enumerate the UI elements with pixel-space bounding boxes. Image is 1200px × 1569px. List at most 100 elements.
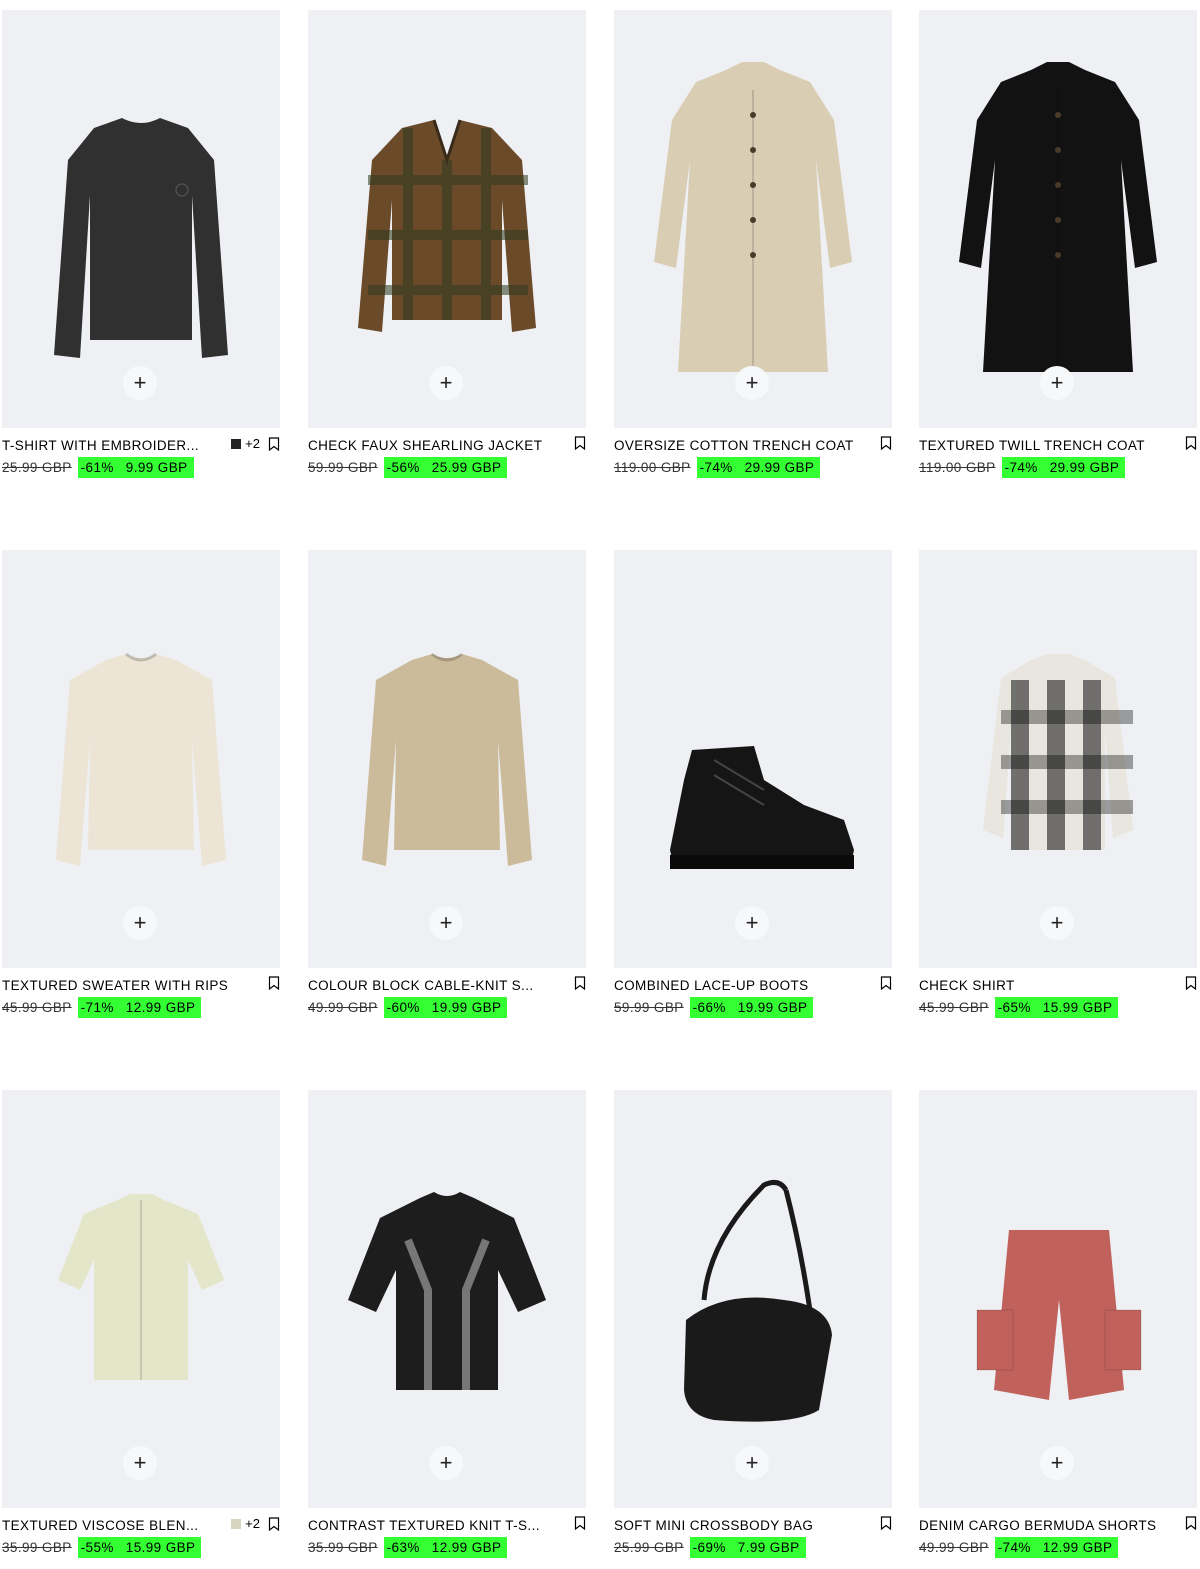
original-price: 59.99 GBP [308,460,378,475]
original-price: 45.99 GBP [919,1000,989,1015]
product-title[interactable]: COLOUR BLOCK CABLE-KNIT S... [308,978,534,993]
add-to-cart-button[interactable]: + [429,1446,463,1480]
product-title-row: COLOUR BLOCK CABLE-KNIT S... [308,975,586,995]
product-image[interactable]: + [919,550,1197,968]
original-price: 119.00 GBP [614,460,691,475]
product-title[interactable]: COMBINED LACE-UP BOOTS [614,978,809,993]
sale-badge: -61% 9.99 GBP [77,457,194,478]
color-swatch[interactable] [231,1518,242,1529]
product-card[interactable]: + TEXTURED SWEATER WITH RIPS 45.99 GBP -… [2,550,280,1018]
bookmark-icon[interactable] [1185,436,1197,450]
sale-price: 7.99 GBP [737,1540,800,1555]
add-to-cart-button[interactable]: + [1040,366,1074,400]
bookmark-icon[interactable] [574,1516,586,1530]
product-card[interactable]: + T-SHIRT WITH EMBROIDER... +2 25.99 GBP… [2,10,280,478]
price-row: 25.99 GBP -61% 9.99 GBP [2,457,280,478]
discount-percent: -65% [997,1000,1031,1015]
sale-badge: -74% 29.99 GBP [1001,457,1126,478]
add-to-cart-button[interactable]: + [735,1446,769,1480]
add-to-cart-button[interactable]: + [429,906,463,940]
product-title[interactable]: T-SHIRT WITH EMBROIDER... [2,438,199,453]
product-image[interactable]: + [2,1090,280,1508]
original-price: 35.99 GBP [308,1540,378,1555]
product-title[interactable]: TEXTURED TWILL TRENCH COAT [919,438,1145,453]
product-card[interactable]: + OVERSIZE COTTON TRENCH COAT 119.00 GBP… [614,10,892,478]
product-image[interactable]: + [308,550,586,968]
product-title[interactable]: CHECK FAUX SHEARLING JACKET [308,438,542,453]
add-to-cart-button[interactable]: + [1040,1446,1074,1480]
add-to-cart-button[interactable]: + [123,1446,157,1480]
add-to-cart-button[interactable]: + [123,366,157,400]
add-to-cart-button[interactable]: + [123,906,157,940]
product-image[interactable]: + [919,1090,1197,1508]
product-card[interactable]: + CHECK SHIRT 45.99 GBP -65% 15.99 GBP [919,550,1197,1018]
more-colors-count[interactable]: +2 [245,1516,260,1531]
more-colors-count[interactable]: +2 [245,436,260,451]
bookmark-icon[interactable] [1185,1516,1197,1530]
product-title-row: DENIM CARGO BERMUDA SHORTS [919,1515,1197,1535]
price-row: 49.99 GBP -74% 12.99 GBP [919,1537,1197,1558]
product-title-row: CHECK FAUX SHEARLING JACKET [308,435,586,455]
product-image[interactable]: + [2,550,280,968]
original-price: 49.99 GBP [919,1540,989,1555]
bookmark-icon[interactable] [574,436,586,450]
bookmark-icon[interactable] [880,1516,892,1530]
product-image[interactable]: + [614,550,892,968]
original-price: 45.99 GBP [2,1000,72,1015]
product-image[interactable]: + [308,10,586,428]
product-card[interactable]: + DENIM CARGO BERMUDA SHORTS 49.99 GBP -… [919,1090,1197,1558]
color-swatch[interactable] [231,438,242,449]
product-image[interactable]: + [614,10,892,428]
price-row: 119.00 GBP -74% 29.99 GBP [919,457,1197,478]
product-title[interactable]: TEXTURED SWEATER WITH RIPS [2,978,228,993]
product-card[interactable]: + CHECK FAUX SHEARLING JACKET 59.99 GBP … [308,10,586,478]
product-image[interactable]: + [2,10,280,428]
product-card[interactable]: + TEXTURED TWILL TRENCH COAT 119.00 GBP … [919,10,1197,478]
product-card[interactable]: + COMBINED LACE-UP BOOTS 59.99 GBP -66% … [614,550,892,1018]
sale-badge: -66% 19.99 GBP [689,997,814,1018]
product-card[interactable]: + TEXTURED VISCOSE BLEN... +2 35.99 GBP … [2,1090,280,1558]
product-tools [876,976,892,990]
add-to-cart-button[interactable]: + [429,366,463,400]
original-price: 25.99 GBP [2,460,72,475]
bookmark-icon[interactable] [268,436,280,451]
bookmark-icon[interactable] [880,436,892,450]
add-to-cart-button[interactable]: + [1040,906,1074,940]
product-grid: + T-SHIRT WITH EMBROIDER... +2 25.99 GBP… [0,0,1200,1569]
product-image[interactable]: + [308,1090,586,1508]
bookmark-icon[interactable] [574,976,586,990]
product-title[interactable]: SOFT MINI CROSSBODY BAG [614,1518,813,1533]
sale-price: 25.99 GBP [431,460,502,475]
sale-badge: -74% 12.99 GBP [994,1537,1119,1558]
product-title-row: TEXTURED VISCOSE BLEN... +2 [2,1515,280,1535]
product-card[interactable]: + COLOUR BLOCK CABLE-KNIT S... 49.99 GBP… [308,550,586,1018]
add-to-cart-button[interactable]: + [735,366,769,400]
original-price: 59.99 GBP [614,1000,684,1015]
bookmark-icon[interactable] [880,976,892,990]
product-image[interactable]: + [919,10,1197,428]
product-title-row: TEXTURED SWEATER WITH RIPS [2,975,280,995]
product-image[interactable]: + [614,1090,892,1508]
add-to-cart-button[interactable]: + [735,906,769,940]
product-title[interactable]: CONTRAST TEXTURED KNIT T-S... [308,1518,540,1533]
bookmark-icon[interactable] [268,1516,280,1531]
product-tools: +2 [231,1516,280,1531]
sale-price: 29.99 GBP [744,460,815,475]
discount-percent: -63% [386,1540,420,1555]
bookmark-icon[interactable] [1185,976,1197,990]
price-row: 25.99 GBP -69% 7.99 GBP [614,1537,892,1558]
product-card[interactable]: + SOFT MINI CROSSBODY BAG 25.99 GBP -69%… [614,1090,892,1558]
product-title[interactable]: TEXTURED VISCOSE BLEN... [2,1518,198,1533]
discount-percent: -69% [692,1540,726,1555]
product-card[interactable]: + CONTRAST TEXTURED KNIT T-S... 35.99 GB… [308,1090,586,1558]
sale-price: 12.99 GBP [1042,1540,1113,1555]
product-tools [1181,1516,1197,1530]
product-tools: +2 [231,436,280,451]
product-title[interactable]: CHECK SHIRT [919,978,1015,993]
price-row: 35.99 GBP -63% 12.99 GBP [308,1537,586,1558]
product-title[interactable]: DENIM CARGO BERMUDA SHORTS [919,1518,1156,1533]
bookmark-icon[interactable] [268,976,280,990]
sale-badge: -71% 12.99 GBP [77,997,202,1018]
product-tools [570,1516,586,1530]
product-title[interactable]: OVERSIZE COTTON TRENCH COAT [614,438,854,453]
